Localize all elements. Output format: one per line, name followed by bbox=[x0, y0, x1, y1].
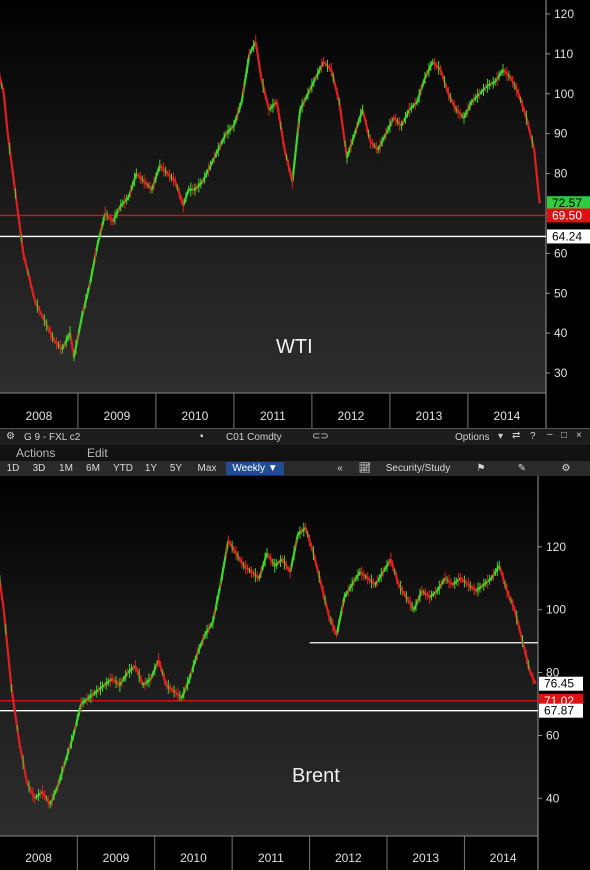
swap-icon[interactable]: ⇄ bbox=[512, 430, 520, 441]
range-3d-button[interactable]: 3D bbox=[30, 462, 48, 475]
wti-chart: 2008200920102011201220132014304050607080… bbox=[0, 0, 590, 428]
flag-icon[interactable]: ⚑ bbox=[475, 462, 487, 475]
y-tick-label: 50 bbox=[554, 286, 568, 300]
x-tick-label: 2013 bbox=[416, 409, 443, 423]
y-tick-label: 40 bbox=[546, 791, 560, 805]
price-segment bbox=[34, 300, 48, 326]
y-tick-label: 60 bbox=[546, 728, 560, 742]
brent-chart: 2008 2009 2010 2011 2012 2013 2014406080100120… bbox=[0, 476, 583, 870]
x-tick-label: 2014 bbox=[494, 409, 521, 423]
link-icon[interactable]: ⊂⊃ bbox=[312, 431, 329, 442]
price-label-text: 69.50 bbox=[552, 208, 582, 222]
edit-pencil-icon[interactable]: ✎ bbox=[516, 462, 528, 475]
x-tick-label: 2010 bbox=[180, 851, 207, 865]
options-menu[interactable]: Options bbox=[455, 432, 489, 443]
x-tick-label: 2012 bbox=[338, 409, 365, 423]
x-tick-label: 2009 bbox=[103, 851, 130, 865]
range-1y-button[interactable]: 1Y bbox=[142, 462, 160, 475]
y-tick-label: 120 bbox=[554, 7, 574, 21]
y-tick-label: 90 bbox=[554, 127, 568, 141]
range-1d-button[interactable]: 1D bbox=[4, 462, 22, 475]
y-tick-label: 110 bbox=[554, 47, 573, 61]
x-tick-label: 2008 bbox=[25, 851, 52, 865]
price-segment bbox=[0, 574, 5, 610]
close-icon[interactable]: × bbox=[576, 430, 582, 441]
y-tick-label: 60 bbox=[554, 246, 568, 260]
y-tick-label: 100 bbox=[554, 87, 574, 101]
range-max-button[interactable]: Max bbox=[194, 462, 220, 475]
price-label-text: 64.24 bbox=[552, 229, 582, 243]
menu-bar: Actions Edit bbox=[0, 445, 590, 461]
frequency-dropdown[interactable]: Weekly ▼ bbox=[226, 462, 284, 475]
actions-menu[interactable]: Actions bbox=[16, 446, 55, 460]
window-titlebar: ⚙ G 9 - FXL c2 ▪ C01 Comdty ⊂⊃ Options ▾… bbox=[0, 428, 590, 446]
maximize-icon[interactable]: □ bbox=[561, 430, 567, 441]
x-tick-label: 2012 bbox=[335, 851, 362, 865]
security-dropdown-icon[interactable]: ▪ bbox=[200, 431, 204, 442]
y-tick-label: 80 bbox=[554, 167, 568, 181]
wti-chart-panel: 2008200920102011201220132014304050607080… bbox=[0, 0, 590, 428]
x-tick-label: 2010 bbox=[182, 409, 209, 423]
x-tick-label: 2011 bbox=[260, 409, 286, 423]
options-dropdown-icon[interactable]: ▾ bbox=[498, 431, 503, 442]
x-tick-label: 2008 bbox=[26, 409, 53, 423]
double-chevron-left-icon[interactable]: « bbox=[334, 462, 346, 475]
range-1m-button[interactable]: 1M bbox=[56, 462, 76, 475]
chart-line-icon[interactable]: 📈︎ bbox=[358, 462, 372, 475]
minimize-icon[interactable]: – bbox=[547, 429, 553, 440]
help-icon[interactable]: ? bbox=[530, 431, 536, 442]
x-tick-label: 2011 bbox=[258, 851, 284, 865]
security-label[interactable]: C01 Comdty bbox=[226, 432, 282, 443]
price-label-text: 76.45 bbox=[544, 677, 574, 691]
window-group-label: G 9 - FXL c2 bbox=[24, 432, 81, 443]
range-5y-button[interactable]: 5Y bbox=[167, 462, 185, 475]
chart-title: Brent bbox=[292, 765, 340, 787]
price-segment bbox=[0, 73, 5, 95]
y-tick-label: 120 bbox=[546, 540, 566, 554]
frequency-label: Weekly bbox=[232, 463, 265, 474]
x-tick-label: 2009 bbox=[104, 409, 131, 423]
edit-menu[interactable]: Edit bbox=[87, 446, 108, 460]
y-tick-label: 40 bbox=[554, 326, 568, 340]
price-label-text: 67.87 bbox=[544, 704, 574, 718]
price-segment bbox=[22, 253, 37, 302]
security-study-button[interactable]: Security/Study bbox=[377, 462, 459, 475]
chevron-down-icon: ▼ bbox=[267, 463, 278, 474]
x-tick-label: 2014 bbox=[490, 851, 517, 865]
y-tick-label: 100 bbox=[546, 603, 566, 617]
settings-gear-icon[interactable]: ⚙ bbox=[560, 462, 572, 475]
range-6m-button[interactable]: 6M bbox=[83, 462, 103, 475]
range-toolbar: 1D 3D 1M 6M YTD 1Y 5Y Max Weekly ▼ « 📈︎ … bbox=[0, 461, 590, 476]
x-tick-label: 2013 bbox=[412, 851, 439, 865]
y-tick-label: 30 bbox=[554, 366, 568, 380]
brent-chart-panel: 2008 2009 2010 2011 2012 2013 2014 40 60 80 100 120… bbox=[0, 476, 590, 870]
price-segment bbox=[248, 41, 257, 55]
chart-title: WTI bbox=[276, 336, 313, 358]
gear-icon[interactable]: ⚙ bbox=[6, 431, 15, 442]
range-ytd-button[interactable]: YTD bbox=[111, 462, 135, 475]
